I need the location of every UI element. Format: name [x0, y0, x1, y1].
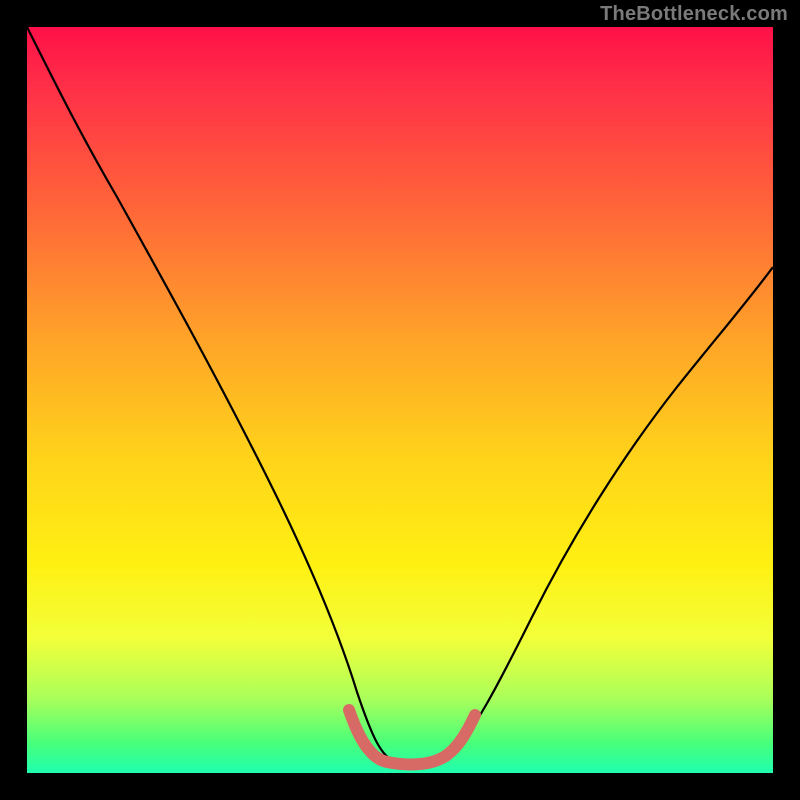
chart-frame: TheBottleneck.com	[0, 0, 800, 800]
watermark-text: TheBottleneck.com	[600, 3, 788, 26]
plot-area	[27, 27, 773, 773]
bottleneck-curve	[27, 27, 773, 764]
valley-highlight	[349, 710, 475, 764]
curve-layer	[27, 27, 773, 773]
